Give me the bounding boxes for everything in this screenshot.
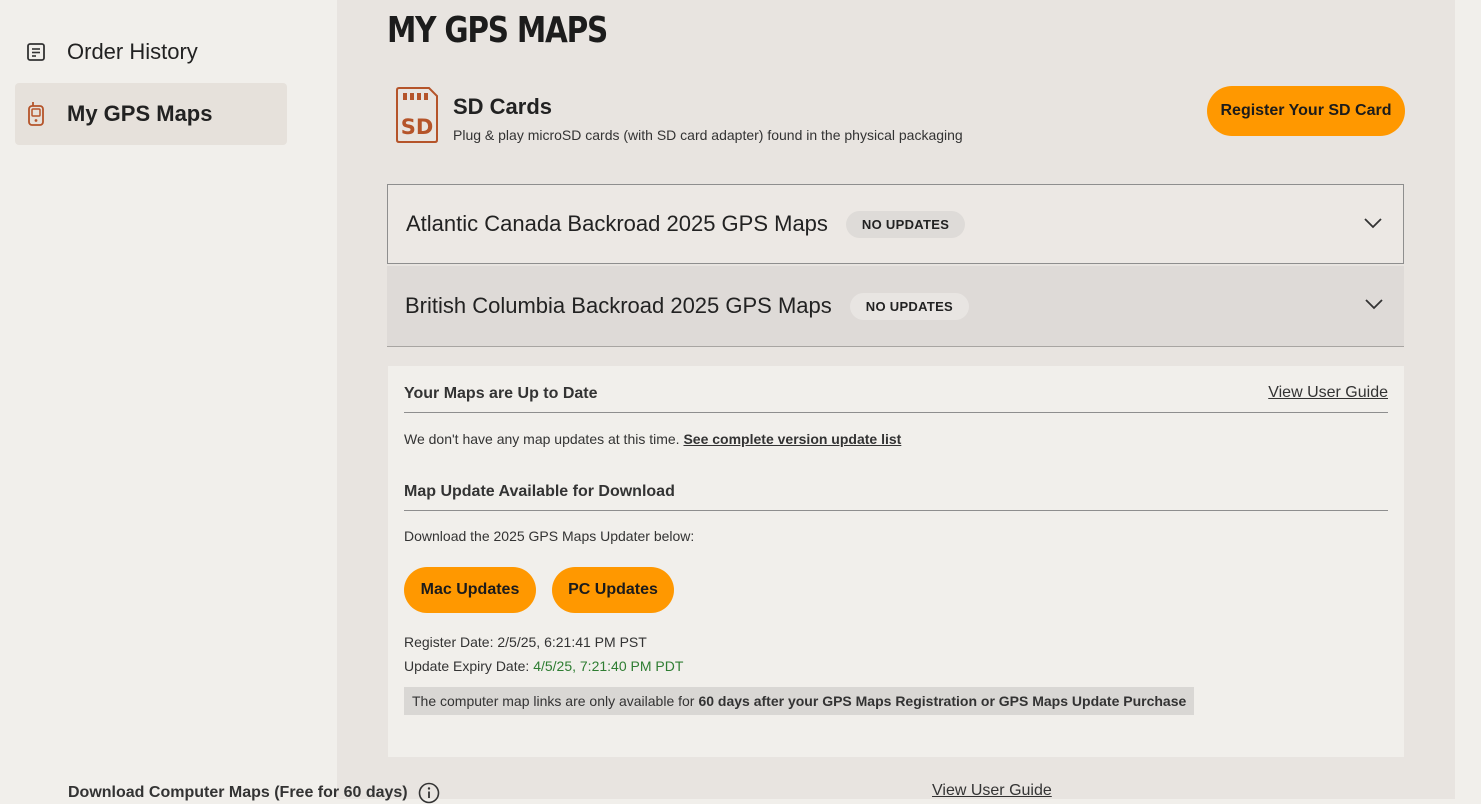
sd-cards-title: SD Cards [453,94,553,119]
register-sd-card-button[interactable]: Register Your SD Card [1207,86,1405,136]
note-bold: 60 days after your GPS Maps Registration… [698,693,1187,709]
map-accordion-british-columbia[interactable]: British Columbia Backroad 2025 GPS Maps … [387,266,1404,347]
sd-cards-subtitle: Plug & play microSD cards (with SD card … [453,127,963,143]
sd-card-icon: SD [396,87,438,143]
version-list-link[interactable]: See complete version update list [683,431,901,447]
availability-note: The computer map links are only availabl… [404,687,1195,715]
note-text: The computer map links are only availabl… [412,693,695,709]
expiry-date: Update Expiry Date: 4/5/25, 7:21:40 PM P… [404,658,683,674]
no-updates-message: We don't have any map updates at this ti… [404,431,680,447]
sidebar-item-label: Order History [67,39,198,64]
computer-maps-title: Download Computer Maps (Free for 60 days… [68,782,440,804]
computer-maps-title-text: Download Computer Maps (Free for 60 days… [68,784,408,801]
download-title: Map Update Available for Download [404,483,675,500]
page-title: MY GPS MAPS [387,10,608,51]
sidebar: Order History My GPS Maps [0,0,337,799]
info-icon[interactable] [418,782,440,804]
computer-maps-user-guide-link[interactable]: View User Guide [932,782,1052,800]
expiry-date-label: Update Expiry Date: [404,658,530,674]
view-user-guide-link[interactable]: View User Guide [1268,384,1388,402]
map-details-panel: Your Maps are Up to Date View User Guide… [388,366,1404,757]
sidebar-item-label: My GPS Maps [67,101,213,126]
sidebar-item-order-history[interactable]: Order History [15,21,287,83]
gps-device-icon [24,102,48,126]
divider [404,412,1388,413]
sd-card-icon-text: SD [401,115,434,139]
expiry-date-value: 4/5/25, 7:21:40 PM PDT [533,658,684,674]
right-gutter [1455,0,1481,799]
status-badge: NO UPDATES [849,292,970,320]
sidebar-item-my-gps-maps[interactable]: My GPS Maps [15,83,287,145]
status-badge: NO UPDATES [845,210,966,238]
pc-updates-button[interactable]: PC Updates [552,567,674,613]
map-title: Atlantic Canada Backroad 2025 GPS Maps [406,211,828,236]
register-date-value: 2/5/25, 6:21:41 PM PST [497,634,647,650]
download-text: Download the 2025 GPS Maps Updater below… [404,528,695,544]
divider [404,510,1388,511]
chevron-down-icon[interactable] [1364,294,1384,314]
status-title: Your Maps are Up to Date [404,385,598,402]
chevron-down-icon[interactable] [1363,213,1383,233]
main-content: MY GPS MAPS SD SD Cards Plug & play micr… [337,0,1455,799]
register-date-label: Register Date: [404,634,494,650]
no-updates-text: We don't have any map updates at this ti… [404,431,901,447]
register-date: Register Date: 2/5/25, 6:21:41 PM PST [404,634,647,650]
map-accordion-atlantic-canada[interactable]: Atlantic Canada Backroad 2025 GPS Maps N… [387,184,1404,264]
mac-updates-button[interactable]: Mac Updates [404,567,536,613]
map-title: British Columbia Backroad 2025 GPS Maps [405,293,832,318]
receipt-icon [24,40,48,64]
